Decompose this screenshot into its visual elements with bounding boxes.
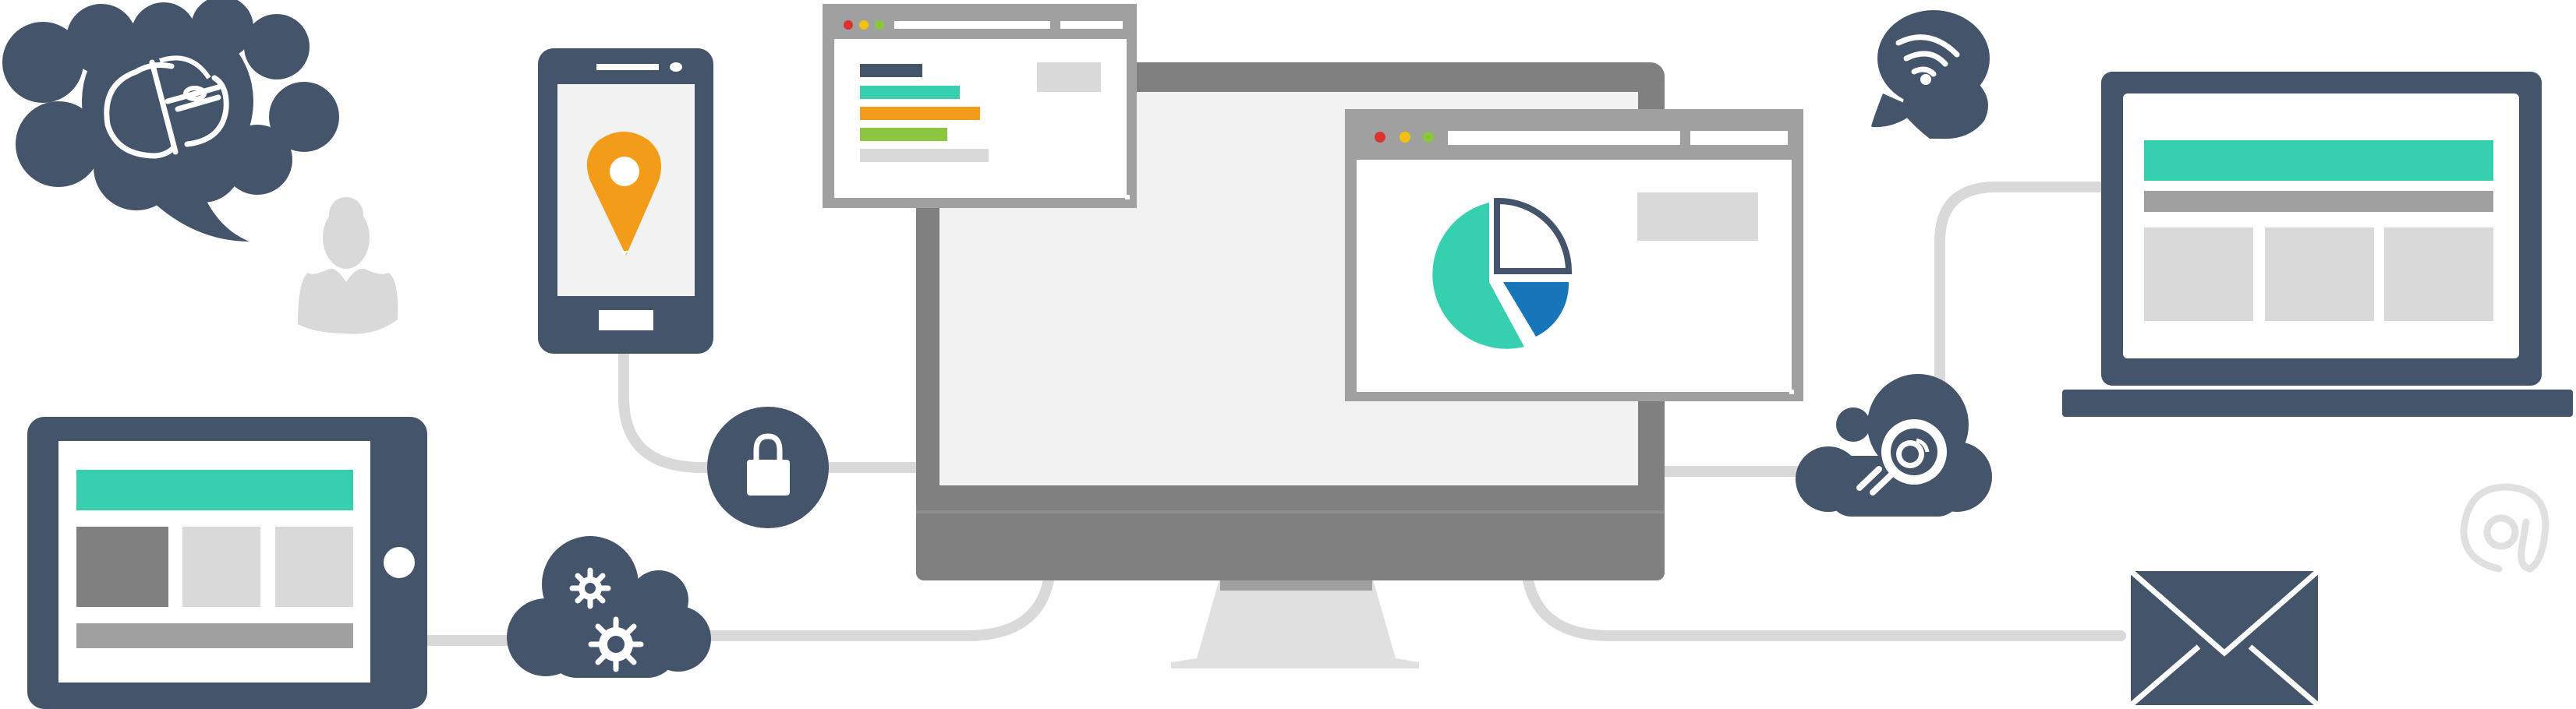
connector-monitor-envelope [1523,575,2126,641]
smartphone-icon [538,48,713,354]
envelope-icon [2128,569,2320,707]
connector-phone-lock [618,341,719,473]
network-illustration [2,0,2573,709]
tablet-icon [27,417,427,709]
cloud-search-icon [1796,374,1992,517]
user-silhouette-icon [298,197,398,334]
connector-cloud-laptop [1934,182,2111,430]
connector-cloud-monitor [700,575,1054,641]
padlock-icon [707,407,829,528]
laptop-icon [2062,72,2573,417]
at-sign-icon [2460,483,2549,573]
browser-window-icon [823,4,1137,208]
cloud-gears-icon [507,536,711,678]
thought-cloud-icon [2,0,339,242]
speech-bubble-wifi-icon [1871,10,1990,139]
pie-chart-window [1345,109,1803,401]
